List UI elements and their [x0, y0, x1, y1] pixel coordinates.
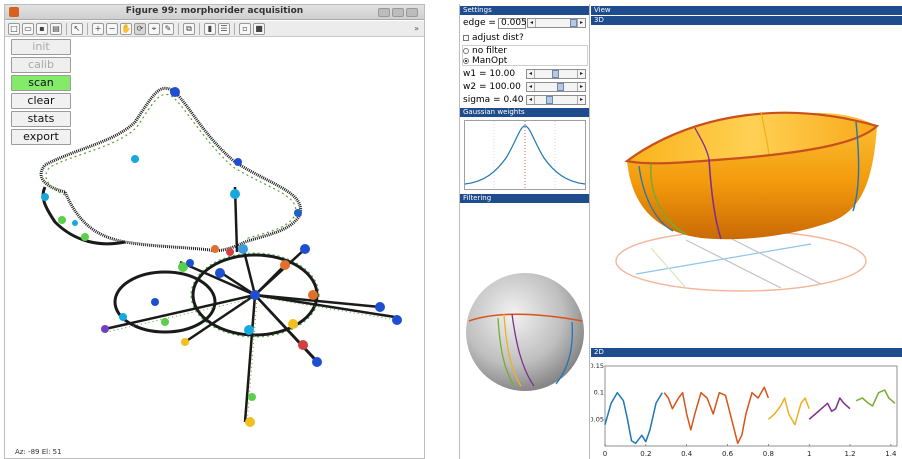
- w1-slider-right-arrow[interactable]: ▸: [577, 70, 585, 78]
- floor-shadow-curves: [635, 235, 822, 289]
- zoom-in-icon[interactable]: +: [92, 22, 104, 35]
- outer-scan-ticks: [45, 93, 297, 240]
- w1-slider-left-arrow[interactable]: ◂: [527, 70, 535, 78]
- toolbar-overflow-icon[interactable]: »: [414, 24, 419, 33]
- manopt-row[interactable]: ManOpt: [463, 56, 507, 66]
- data-cursor-icon[interactable]: ⌖: [148, 22, 160, 35]
- sigma-slider-left-arrow[interactable]: ◂: [527, 96, 535, 104]
- view-panel: View 3D 2D 0 0.2 0.4 0.6 0.8 1 1.2 1.4 0…: [591, 4, 902, 459]
- figure-toolbar: □ ▭ ▪ ▤ ↖ + − ✋ ⟳ ⌖ ✎ ⧉ ▮ ☰ ▫ ■ »: [5, 21, 424, 37]
- x-tick-label: 0: [603, 450, 607, 458]
- show-plot-tools-icon[interactable]: ■: [253, 22, 265, 35]
- sigma-slider-thumb[interactable]: [546, 96, 554, 104]
- gaussian-weights-plot: [464, 120, 586, 190]
- edge-slider[interactable]: ◂ ▸: [527, 18, 586, 28]
- sigma-slider[interactable]: ◂ ▸: [526, 95, 586, 105]
- curve-2d-chart[interactable]: 0 0.2 0.4 0.6 0.8 1 1.2 1.4 0.05 0.1 0.15: [591, 358, 902, 459]
- edge-slider-right-arrow[interactable]: ▸: [577, 19, 585, 27]
- adjust-dist-label: adjust dist?: [472, 33, 524, 43]
- w2-slider[interactable]: ◂ ▸: [526, 82, 586, 92]
- colorbar-icon[interactable]: ▮: [204, 22, 216, 35]
- floor-shadow-outline: [615, 230, 867, 292]
- scan-button[interactable]: scan: [11, 75, 71, 91]
- x-tick-label: 1.2: [844, 450, 855, 458]
- view-2d-header: 2D: [591, 348, 902, 357]
- filtering-header: Filtering: [460, 194, 589, 203]
- action-button-panel: init calib scan clear stats export: [11, 39, 71, 145]
- w1-label: w1 = 10.00: [463, 69, 516, 79]
- w1-slider-thumb[interactable]: [551, 70, 559, 78]
- view-header: View: [591, 6, 902, 15]
- scan-markers: [41, 87, 402, 427]
- brush-icon[interactable]: ✎: [162, 22, 174, 35]
- gaussian-weights-header: Gaussian weights: [460, 108, 589, 117]
- w2-slider-left-arrow[interactable]: ◂: [527, 83, 535, 91]
- x-tick-label: 1: [807, 450, 811, 458]
- open-file-icon[interactable]: ▭: [22, 22, 34, 35]
- desktop: Figure 99: morphorider acquisition □ ▭ ▪…: [0, 0, 902, 459]
- bowl-3d-view[interactable]: [591, 26, 902, 344]
- init-button[interactable]: init: [11, 39, 71, 55]
- export-button[interactable]: export: [11, 129, 71, 145]
- x-tick-label: 0.2: [640, 450, 651, 458]
- sphere: [466, 273, 584, 391]
- no-filter-row[interactable]: no filter: [463, 46, 507, 56]
- close-button[interactable]: [406, 8, 418, 17]
- outer-scan-loop: [39, 86, 303, 253]
- edge-slider-left-arrow[interactable]: ◂: [528, 19, 536, 27]
- y-tick-label: 0.05: [591, 415, 604, 423]
- edge-label: edge =: [463, 18, 496, 28]
- zoom-out-icon[interactable]: −: [106, 22, 118, 35]
- x-tick-label: 1.4: [885, 450, 897, 458]
- maximize-button[interactable]: [392, 8, 404, 17]
- w2-label: w2 = 100.00: [463, 82, 521, 92]
- minimize-button[interactable]: [378, 8, 390, 17]
- radial-scan-ticks: [106, 296, 398, 426]
- adjust-dist-checkbox[interactable]: [463, 34, 469, 41]
- x-tick-label: 0.8: [763, 450, 774, 458]
- sphere-filtering-view[interactable]: [464, 204, 588, 454]
- az-el-readout: Az: -89 El: 51: [15, 448, 62, 456]
- view-3d-header: 3D: [591, 16, 902, 25]
- w2-slider-right-arrow[interactable]: ▸: [577, 83, 585, 91]
- settings-header: Settings: [460, 6, 589, 15]
- link-plot-icon[interactable]: ⧉: [183, 22, 195, 35]
- adjust-dist-row[interactable]: adjust dist?: [463, 33, 524, 43]
- figure-window: Figure 99: morphorider acquisition □ ▭ ▪…: [4, 4, 425, 459]
- clear-button[interactable]: clear: [11, 93, 71, 109]
- y-tick-label: 0.15: [591, 362, 604, 370]
- title-bar[interactable]: Figure 99: morphorider acquisition: [5, 5, 424, 20]
- settings-panel: Settings edge = 0.005 ◂ ▸ adjust dist? n…: [460, 4, 590, 459]
- print-icon[interactable]: ▤: [50, 22, 62, 35]
- pointer-icon[interactable]: ↖: [71, 22, 83, 35]
- window-title: Figure 99: morphorider acquisition: [125, 6, 304, 16]
- w1-slider[interactable]: ◂ ▸: [526, 69, 586, 79]
- hide-plot-tools-icon[interactable]: ▫: [239, 22, 251, 35]
- sigma-label: sigma = 0.40: [463, 95, 524, 105]
- sigma-slider-right-arrow[interactable]: ▸: [577, 96, 585, 104]
- viewer-window: Settings edge = 0.005 ◂ ▸ adjust dist? n…: [459, 4, 902, 459]
- rotate-3d-icon[interactable]: ⟳: [134, 22, 146, 35]
- y-tick-label: 0.1: [594, 389, 604, 397]
- edge-field[interactable]: 0.005: [498, 18, 527, 29]
- legend-icon[interactable]: ☰: [218, 22, 230, 35]
- new-figure-icon[interactable]: □: [8, 22, 20, 35]
- x-tick-label: 0.6: [722, 450, 734, 458]
- manopt-label: ManOpt: [472, 56, 508, 66]
- stats-button[interactable]: stats: [11, 111, 71, 127]
- x-tick-label: 0.4: [681, 450, 693, 458]
- manopt-radio[interactable]: [463, 57, 469, 64]
- w2-slider-thumb[interactable]: [557, 83, 565, 91]
- no-filter-radio[interactable]: [463, 47, 469, 54]
- no-filter-label: no filter: [472, 46, 508, 56]
- save-icon[interactable]: ▪: [36, 22, 48, 35]
- calib-button[interactable]: calib: [11, 57, 71, 73]
- pan-icon[interactable]: ✋: [120, 22, 132, 35]
